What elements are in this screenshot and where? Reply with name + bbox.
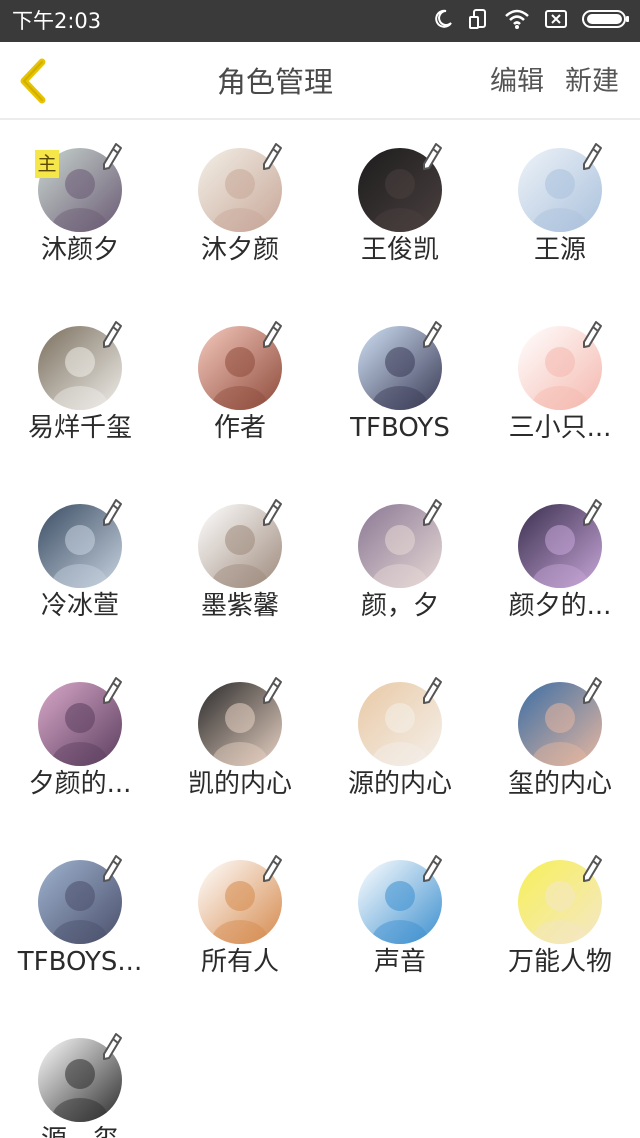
role-item[interactable]: 沐夕颜 [160,120,320,298]
role-item[interactable]: 颜夕的... [480,476,640,654]
role-name: 颜，夕 [360,591,439,621]
pencil-icon[interactable] [100,320,124,350]
header: 角色管理 编辑 新建 [0,42,640,120]
role-item[interactable]: 夕颜的... [0,654,160,832]
pencil-icon[interactable] [580,142,604,172]
role-name: 王俊凯 [360,235,439,265]
pencil-icon[interactable] [100,1032,124,1062]
role-name: 源，玺 [0,1124,160,1138]
battery-icon [582,8,630,34]
pencil-icon[interactable] [420,676,444,706]
role-name: 沐颜夕 [40,235,119,265]
role-item[interactable]: 三小只... [480,298,640,476]
role-item[interactable]: 易烊千玺 [0,298,160,476]
edit-button[interactable]: 编辑 [490,64,544,100]
new-button[interactable]: 新建 [565,64,619,100]
role-item[interactable]: 作者 [160,298,320,476]
pencil-icon[interactable] [100,854,124,884]
pencil-icon[interactable] [260,320,284,350]
page-title: 角色管理 [216,65,333,99]
role-item[interactable]: 王源 [480,120,640,298]
role-name: 源的内心 [347,769,452,799]
role-name: 玺的内心 [507,769,612,799]
pencil-icon[interactable] [260,676,284,706]
role-item[interactable]: 冷冰萱 [0,476,160,654]
role-item[interactable]: 源，玺 [0,1010,160,1138]
role-item[interactable]: 颜，夕 [320,476,480,654]
pencil-icon[interactable] [580,320,604,350]
role-item[interactable]: 主沐颜夕 [0,120,160,298]
status-time: 下午2:03 [12,9,102,33]
pencil-icon[interactable] [100,498,124,528]
role-name: 作者 [213,413,266,443]
pencil-icon[interactable] [420,320,444,350]
pencil-icon[interactable] [420,142,444,172]
role-item[interactable]: 声音 [320,832,480,1010]
role-name: TFBOYS [350,413,450,443]
role-name: 冷冰萱 [40,591,119,621]
role-name: 声音 [373,947,426,977]
role-name: TFBOYS... [17,947,143,977]
pencil-icon[interactable] [420,498,444,528]
pencil-icon[interactable] [580,498,604,528]
pencil-icon[interactable] [420,854,444,884]
pencil-icon[interactable] [100,676,124,706]
pencil-icon[interactable] [260,142,284,172]
role-name: 夕颜的... [28,769,132,799]
role-name: 凯的内心 [187,769,292,799]
role-name: 王源 [533,235,586,265]
role-item[interactable]: 玺的内心 [480,654,640,832]
screen-rotate-icon [468,8,490,34]
role-name: 万能人物 [507,947,612,977]
pencil-icon[interactable] [260,498,284,528]
role-name: 墨紫馨 [200,591,279,621]
role-item[interactable]: TFBOYS [320,298,480,476]
pencil-icon[interactable] [260,854,284,884]
role-item[interactable]: 源的内心 [320,654,480,832]
role-name: 易烊千玺 [27,413,132,443]
status-icons [432,8,630,34]
pencil-icon[interactable] [100,142,124,172]
role-item[interactable]: 墨紫馨 [160,476,320,654]
role-name: 颜夕的... [508,591,612,621]
role-item[interactable]: 万能人物 [480,832,640,1010]
role-item[interactable]: 王俊凯 [320,120,480,298]
role-name: 沐夕颜 [200,235,279,265]
wifi-icon [504,8,530,34]
role-name: 三小只... [508,413,612,443]
role-item[interactable]: 所有人 [160,832,320,1010]
moon-icon [432,8,454,34]
status-bar: 下午2:03 [0,0,640,42]
role-item[interactable]: 凯的内心 [160,654,320,832]
role-name: 所有人 [200,947,279,977]
pencil-icon[interactable] [580,854,604,884]
pencil-icon[interactable] [580,676,604,706]
sim-off-icon [544,8,568,34]
main-role-badge: 主 [35,150,59,178]
role-item[interactable]: TFBOYS... [0,832,160,1010]
